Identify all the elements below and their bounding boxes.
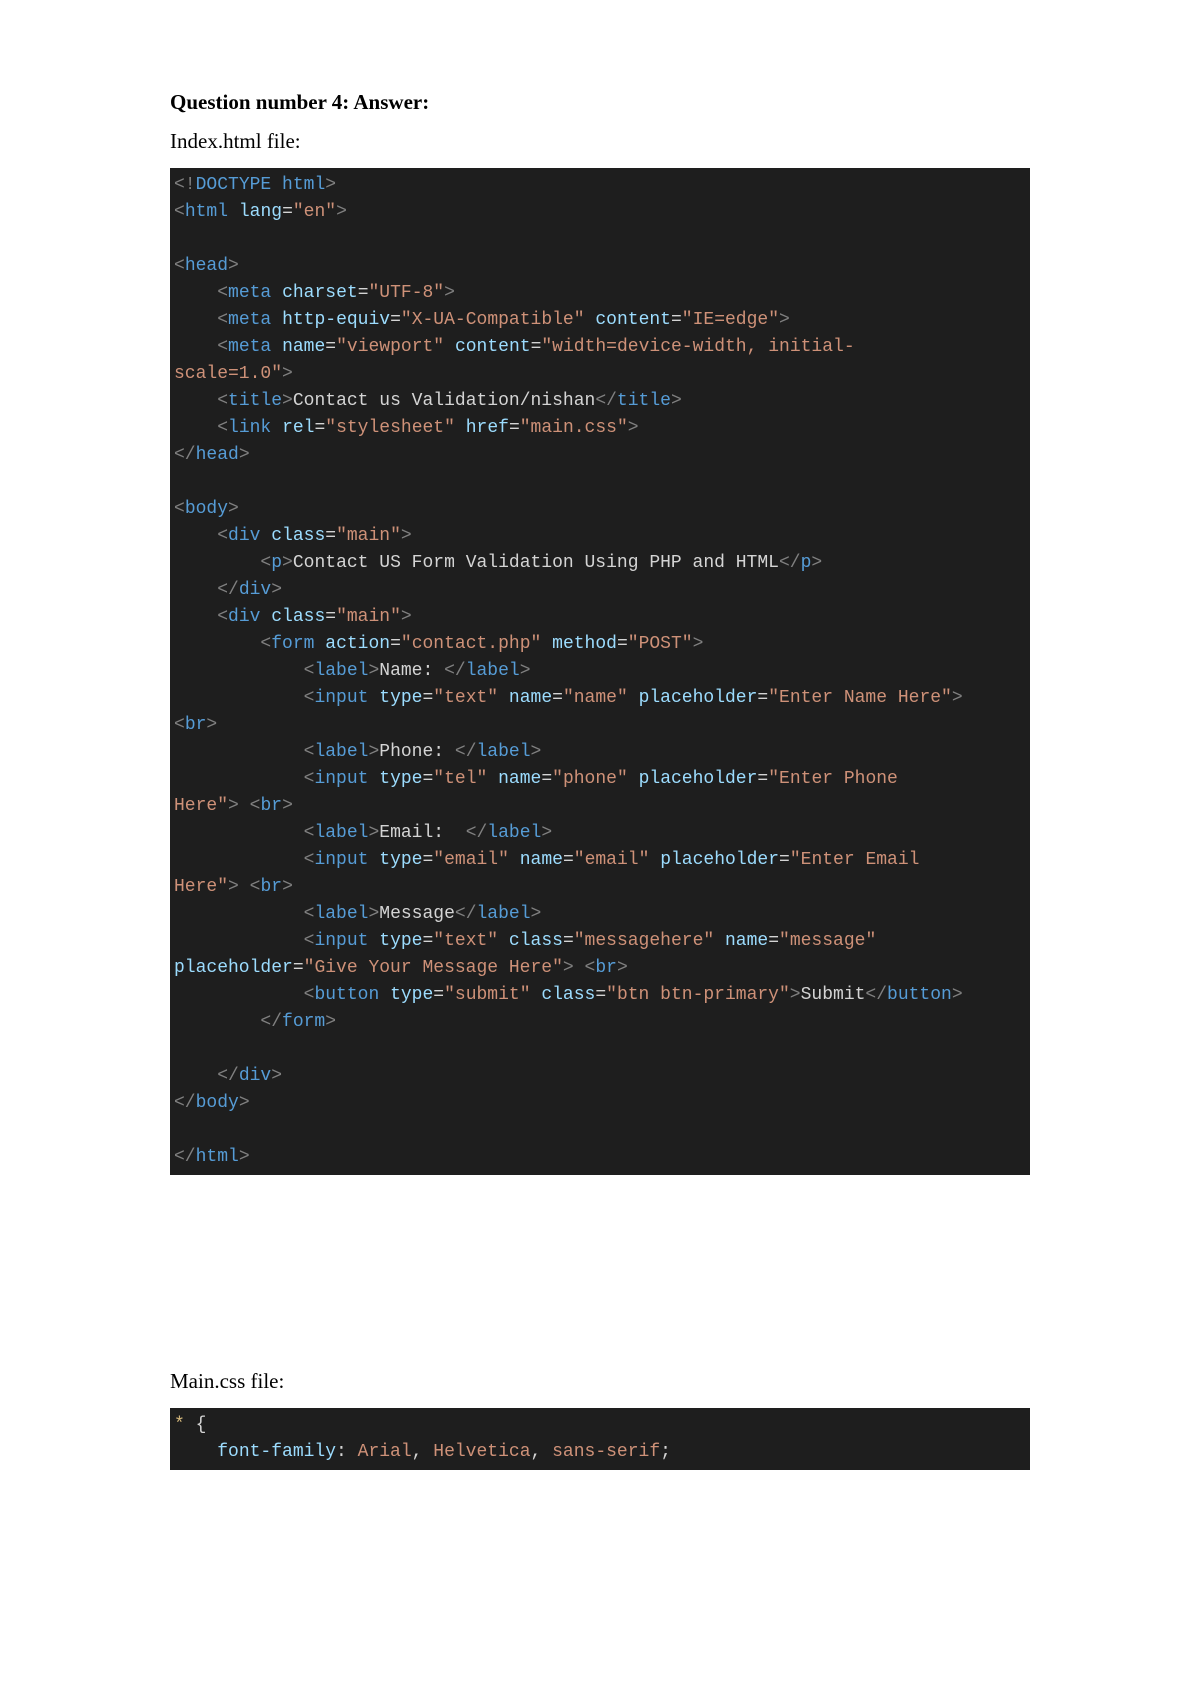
index-file-label: Index.html file:: [170, 129, 1030, 154]
main-css-label: Main.css file:: [170, 1369, 1030, 1394]
code-block-main-css: * { font-family: Arial, Helvetica, sans-…: [170, 1408, 1030, 1470]
code-block-index-html: <!DOCTYPE html> <html lang="en"> <head> …: [170, 168, 1030, 1175]
question-heading: Question number 4: Answer:: [170, 90, 1030, 115]
